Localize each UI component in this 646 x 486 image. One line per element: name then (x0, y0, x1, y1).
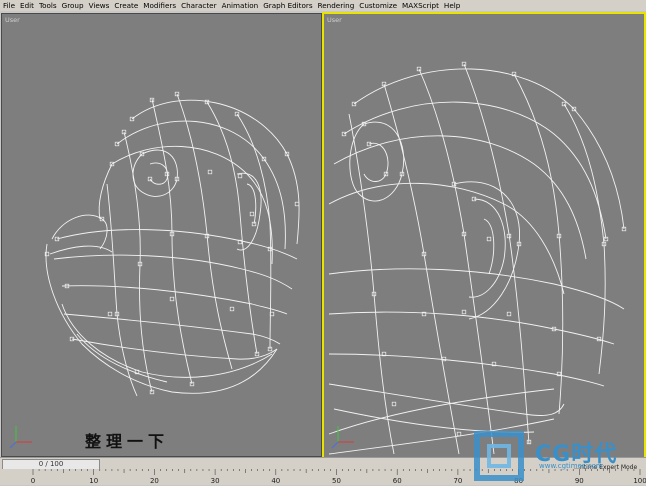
spline-segment[interactable] (513, 73, 564, 415)
menu-item-edit[interactable]: Edit (17, 0, 36, 11)
spline-segment[interactable] (206, 101, 258, 355)
spline-segment[interactable] (328, 383, 565, 416)
spline-vertex[interactable] (294, 201, 300, 207)
ruler-label: 10 (89, 477, 98, 485)
spline-segment[interactable] (353, 68, 625, 230)
ruler-label: 30 (211, 477, 220, 485)
menu-item-rendering[interactable]: Rendering (315, 0, 357, 11)
spline-segment[interactable] (563, 103, 606, 375)
spline-segment[interactable] (132, 149, 178, 197)
spline-segment[interactable] (71, 338, 278, 360)
spline-segment[interactable] (328, 311, 615, 345)
spline-wireframe[interactable] (2, 14, 321, 456)
menu-bar: File Edit Tools Group Views Create Modifiers Ch… (0, 0, 646, 11)
spline-segment[interactable] (61, 285, 288, 315)
watermark-url: www.cgtimes.com (539, 462, 603, 470)
spline-vertex[interactable] (169, 296, 175, 302)
spline-segment[interactable] (328, 353, 605, 387)
spline-vertex[interactable] (207, 169, 213, 175)
viewport-left[interactable]: User (1, 13, 322, 457)
ruler-label: 60 (393, 477, 402, 485)
spline-segment[interactable] (463, 63, 530, 445)
axis-tripod-icon (9, 426, 32, 449)
viewport-right-active[interactable]: User (322, 12, 646, 459)
menu-item-file[interactable]: File (0, 0, 17, 11)
axis-tripod-icon (331, 426, 354, 449)
spline-wireframe[interactable] (324, 14, 644, 457)
spline-segment[interactable] (51, 214, 108, 250)
spline-segment[interactable] (468, 198, 506, 298)
spline-vertex[interactable] (391, 401, 397, 407)
spline-segment[interactable] (333, 135, 587, 260)
menu-item-tools[interactable]: Tools (36, 0, 59, 11)
spline-vertex[interactable] (237, 173, 243, 179)
spline-segment[interactable] (56, 229, 298, 260)
spline-segment[interactable] (418, 68, 495, 455)
menu-item-maxscript[interactable]: MAXScript (399, 0, 441, 11)
spline-vertex[interactable] (461, 309, 467, 315)
ruler-label: 70 (453, 477, 462, 485)
spline-segment[interactable] (483, 218, 495, 275)
spline-segment[interactable] (45, 243, 278, 394)
ruler-label: 0 (31, 477, 35, 485)
menu-item-customize[interactable]: Customize (356, 0, 399, 11)
menu-item-views[interactable]: Views (86, 0, 112, 11)
spline-segment[interactable] (328, 182, 565, 295)
spline-vertex[interactable] (456, 431, 462, 437)
ruler-label: 40 (271, 477, 280, 485)
spline-segment[interactable] (348, 113, 395, 455)
spline-vertex[interactable] (486, 236, 492, 242)
watermark-logo: CG时代 www.cgtimes.com (473, 430, 643, 482)
menu-item-create[interactable]: Create (111, 0, 140, 11)
spline-vertex[interactable] (229, 306, 235, 312)
spline-segment[interactable] (236, 113, 272, 350)
menu-item-help[interactable]: Help (441, 0, 462, 11)
spline-segment[interactable] (61, 303, 273, 378)
spline-segment[interactable] (343, 101, 607, 240)
menu-item-character[interactable]: Character (178, 0, 219, 11)
caption-text: 整理一下 (85, 432, 170, 451)
spline-segment[interactable] (49, 245, 113, 255)
spline-vertex[interactable] (506, 311, 512, 317)
menu-item-modifiers[interactable]: Modifiers (140, 0, 178, 11)
ruler-label: 20 (150, 477, 159, 485)
menu-item-group[interactable]: Group (59, 0, 86, 11)
spline-segment[interactable] (246, 183, 257, 225)
spline-segment[interactable] (151, 98, 193, 385)
ruler-label: 50 (332, 477, 341, 485)
spline-segment[interactable] (63, 313, 281, 345)
menu-item-graph-editors[interactable]: Graph Editors (260, 0, 314, 11)
logo-icon (474, 431, 524, 481)
menu-item-animation[interactable]: Animation (219, 0, 261, 11)
spline-vertex[interactable] (107, 311, 113, 317)
spline-vertex[interactable] (249, 211, 255, 217)
